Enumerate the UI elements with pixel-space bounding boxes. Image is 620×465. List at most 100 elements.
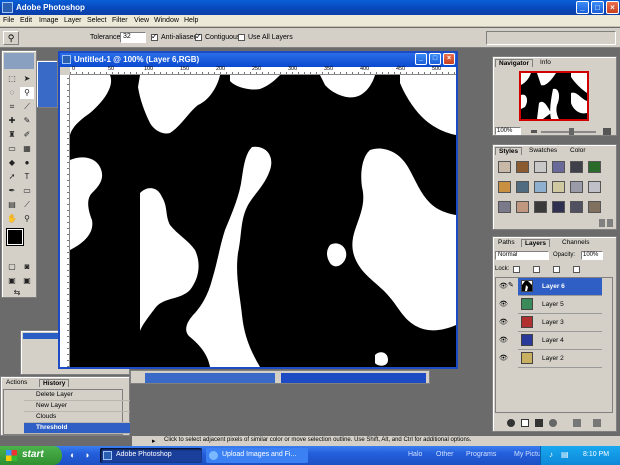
crop-tool-icon[interactable]: ⌗ <box>5 101 19 113</box>
blur-tool-icon[interactable]: ◆ <box>5 157 19 169</box>
style-swatch[interactable] <box>588 201 601 213</box>
navigator-zoom-input[interactable]: 100% <box>495 127 521 135</box>
pen-tool-icon[interactable]: ✒ <box>5 185 19 197</box>
layer-row[interactable]: Layer 5 <box>518 296 602 314</box>
adjustment-layer-icon[interactable] <box>549 419 557 427</box>
screen-mode-icon[interactable]: ▣ <box>5 275 19 287</box>
tab-styles[interactable]: Styles <box>495 147 523 155</box>
style-swatch[interactable] <box>570 181 583 193</box>
eye-icon[interactable]: 👁 <box>499 318 508 327</box>
tab-color[interactable]: Color <box>567 147 589 154</box>
lock-transparency-checkbox[interactable] <box>513 266 520 273</box>
quicklaunch-icon[interactable]: ◑ <box>84 450 89 460</box>
notes-tool-icon[interactable]: ▤ <box>5 199 19 211</box>
clone-stamp-icon[interactable]: ♜ <box>5 129 19 141</box>
magic-wand-tool-icon[interactable]: ⚲ <box>20 87 34 99</box>
style-swatch[interactable] <box>534 181 547 193</box>
style-swatch[interactable] <box>552 201 565 213</box>
new-set-icon[interactable] <box>535 419 543 427</box>
lock-image-checkbox[interactable] <box>533 266 540 273</box>
anti-aliased-checkbox[interactable] <box>151 32 158 41</box>
healing-brush-icon[interactable]: ✚ <box>5 115 19 127</box>
lock-all-checkbox[interactable] <box>573 266 580 273</box>
eyedropper-icon[interactable]: ⟋ <box>20 199 34 211</box>
history-item[interactable]: New Layer <box>24 401 130 412</box>
eye-icon[interactable]: 👁 <box>499 354 508 363</box>
close-icon[interactable]: × <box>606 1 619 14</box>
layer-mask-icon[interactable] <box>521 419 529 427</box>
tab-info[interactable]: Info <box>537 59 554 66</box>
style-swatch[interactable] <box>570 161 583 173</box>
style-swatch[interactable] <box>498 161 511 173</box>
dodge-tool-icon[interactable]: ● <box>20 157 34 169</box>
style-swatch[interactable] <box>570 201 583 213</box>
doc-close-icon[interactable]: × <box>443 53 455 65</box>
foreground-color[interactable] <box>7 229 23 245</box>
magic-wand-icon[interactable]: ⚲ <box>3 31 19 45</box>
layer-style-icon[interactable] <box>507 419 515 427</box>
tab-navigator[interactable]: Navigator <box>495 59 533 67</box>
trash-icon[interactable] <box>607 219 613 227</box>
history-item[interactable]: Delete Layer <box>24 390 130 401</box>
layer-row[interactable]: Layer 6 <box>518 278 602 296</box>
zoom-out-icon[interactable] <box>531 130 537 133</box>
style-swatch[interactable] <box>516 181 529 193</box>
minimize-icon[interactable]: _ <box>576 1 589 14</box>
tab-channels[interactable]: Channels <box>559 239 592 246</box>
tab-layers[interactable]: Layers <box>521 239 550 247</box>
history-item[interactable]: Clouds <box>24 412 130 423</box>
trash-icon[interactable] <box>593 419 601 427</box>
full-screen-icon[interactable]: ▣ <box>20 275 34 287</box>
slice-tool-icon[interactable]: ⟋ <box>20 101 34 113</box>
style-swatch[interactable] <box>552 181 565 193</box>
standard-mode-icon[interactable]: ▢ <box>5 261 19 273</box>
menu-image[interactable]: Image <box>39 17 58 24</box>
eye-icon[interactable]: 👁 <box>499 300 508 309</box>
style-swatch[interactable] <box>534 161 547 173</box>
network-icon[interactable]: ▤ <box>561 450 569 459</box>
style-swatch[interactable] <box>588 181 601 193</box>
eye-icon[interactable]: 👁 <box>499 282 508 291</box>
history-brush-icon[interactable]: ✐ <box>20 129 34 141</box>
menu-filter[interactable]: Filter <box>112 17 128 24</box>
doc-maximize-icon[interactable]: □ <box>429 53 441 65</box>
layer-row[interactable]: Layer 2 <box>518 350 602 368</box>
layer-row[interactable]: Layer 4 <box>518 332 602 350</box>
zoom-slider-thumb[interactable] <box>569 128 574 135</box>
volume-icon[interactable]: ♪ <box>549 450 553 459</box>
quick-link[interactable]: Programs <box>466 451 496 458</box>
menu-window[interactable]: Window <box>154 17 179 24</box>
quick-mask-icon[interactable]: ◙ <box>20 261 34 273</box>
type-tool-icon[interactable]: T <box>20 171 34 183</box>
tab-paths[interactable]: Paths <box>495 239 518 246</box>
history-item[interactable]: Threshold <box>24 423 130 434</box>
eye-icon[interactable]: 👁 <box>499 336 508 345</box>
start-button[interactable]: start <box>0 446 62 465</box>
brush-tool-icon[interactable]: ✎ <box>20 115 34 127</box>
blend-mode-select[interactable]: Normal <box>495 251 549 260</box>
style-swatch[interactable] <box>498 181 511 193</box>
new-style-icon[interactable] <box>599 219 605 227</box>
zoom-tool-icon[interactable]: ⚲ <box>20 213 34 225</box>
menu-view[interactable]: View <box>134 17 149 24</box>
menu-edit[interactable]: Edit <box>20 17 32 24</box>
style-swatch[interactable] <box>516 201 529 213</box>
task-photoshop[interactable]: Adobe Photoshop <box>100 448 202 463</box>
contiguous-checkbox[interactable] <box>195 32 202 41</box>
gradient-tool-icon[interactable]: ▦ <box>20 143 34 155</box>
menu-help[interactable]: Help <box>184 17 198 24</box>
style-swatch[interactable] <box>588 161 601 173</box>
marquee-tool-icon[interactable]: ⬚ <box>5 73 19 85</box>
new-layer-icon[interactable] <box>573 419 581 427</box>
eraser-tool-icon[interactable]: ▭ <box>5 143 19 155</box>
layer-row[interactable]: Layer 3 <box>518 314 602 332</box>
tab-history[interactable]: History <box>39 379 70 387</box>
zoom-in-icon[interactable] <box>603 128 611 135</box>
task-browser[interactable]: Upload Images and Fi... <box>206 448 308 463</box>
move-tool-icon[interactable]: ➤ <box>20 73 34 85</box>
lock-position-checkbox[interactable] <box>553 266 560 273</box>
hand-tool-icon[interactable]: ✋ <box>5 213 19 225</box>
doc-minimize-icon[interactable]: _ <box>415 53 427 65</box>
shape-tool-icon[interactable]: ▭ <box>20 185 34 197</box>
lasso-tool-icon[interactable]: ◌ <box>5 87 19 99</box>
